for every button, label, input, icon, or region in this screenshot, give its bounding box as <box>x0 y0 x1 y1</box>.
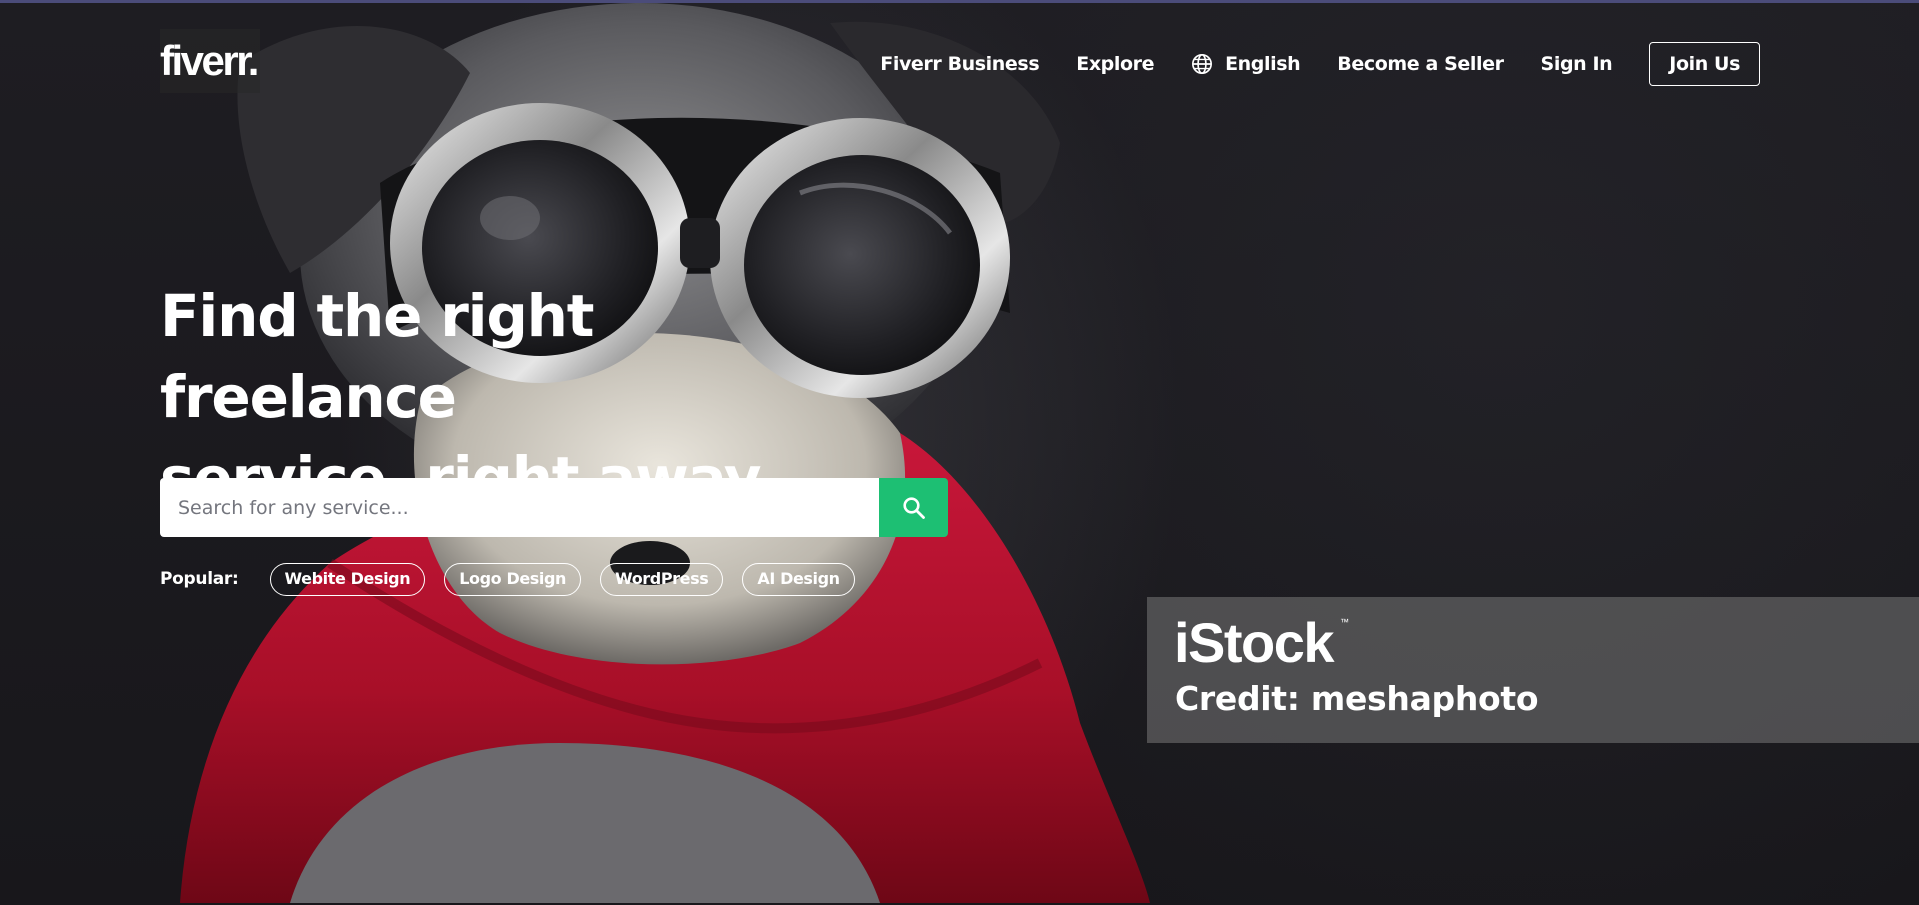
headline-line-1: Find the right freelance <box>160 282 594 431</box>
nav-become-seller[interactable]: Become a Seller <box>1337 53 1504 75</box>
nav-sign-in[interactable]: Sign In <box>1541 53 1613 75</box>
join-us-button[interactable]: Join Us <box>1649 42 1760 86</box>
popular-tag-logo-design[interactable]: Logo Design <box>444 562 582 596</box>
watermark-trademark: ™ <box>1340 617 1349 627</box>
istock-watermark: iStock ™ Credit: meshaphoto <box>1147 597 1919 743</box>
logo-dot: . <box>247 37 260 84</box>
top-nav: Fiverr Business Explore English Become a… <box>880 41 1760 87</box>
site-header: fiverr. Fiverr Business Explore English … <box>0 3 1919 121</box>
logo-text: fiverr <box>160 37 250 84</box>
popular-tag-webite-design[interactable]: Webite Design <box>269 562 426 596</box>
search-input[interactable] <box>160 478 879 537</box>
popular-tag-wordpress[interactable]: WordPress <box>600 562 724 596</box>
popular-label: Popular: <box>160 569 239 589</box>
search-bar <box>160 478 948 537</box>
language-label: English <box>1225 53 1301 75</box>
popular-tag-ai-design[interactable]: AI Design <box>742 562 855 596</box>
nav-explore[interactable]: Explore <box>1076 53 1154 75</box>
popular-tags: Popular: Webite Design Logo Design WordP… <box>160 562 874 596</box>
watermark-brand: iStock <box>1174 611 1335 674</box>
search-button[interactable] <box>879 478 948 537</box>
globe-icon <box>1192 54 1213 74</box>
watermark-credit: Credit: meshaphoto <box>1175 679 1539 718</box>
fiverr-logo[interactable]: fiverr. <box>160 29 260 93</box>
nav-language[interactable]: English <box>1191 53 1301 75</box>
search-icon <box>902 496 925 519</box>
nav-fiverr-business[interactable]: Fiverr Business <box>880 53 1039 75</box>
